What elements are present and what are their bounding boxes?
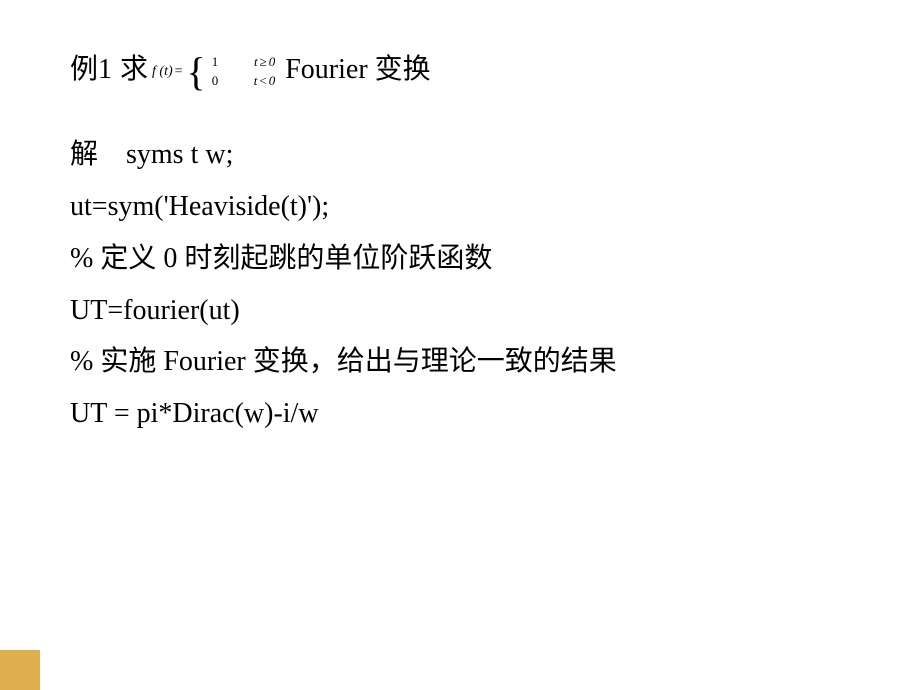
corner-accent bbox=[0, 650, 40, 690]
case1-zero: 0 bbox=[269, 54, 276, 69]
formula-eq: = bbox=[175, 62, 183, 82]
slide-content: 例1 求 f (t) = { 1 t≥0 0 t<0 bbox=[0, 0, 920, 690]
case1-t: t bbox=[254, 54, 258, 69]
left-brace: { bbox=[187, 56, 206, 88]
case2-condition: t<0 bbox=[254, 72, 275, 90]
line-result: UT = pi*Dirac(w)-i/w bbox=[70, 388, 850, 440]
example-title-line: 例1 求 f (t) = { 1 t≥0 0 t<0 bbox=[70, 50, 850, 89]
line-solution: 解 syms t w; bbox=[70, 129, 850, 181]
case2-zero: 0 bbox=[269, 73, 276, 88]
example-label: 例1 bbox=[70, 50, 112, 89]
case-2: 0 t<0 bbox=[212, 72, 275, 90]
case1-condition: t≥0 bbox=[254, 53, 275, 71]
line-fourier-call: UT=fourier(ut) bbox=[70, 285, 850, 337]
line-ut-assign: ut=sym('Heaviside(t)'); bbox=[70, 181, 850, 233]
case2-value: 0 bbox=[212, 72, 224, 90]
line-comment-1: % 定义 0 时刻起跳的单位阶跃函数 bbox=[70, 233, 850, 285]
cases-block: 1 t≥0 0 t<0 bbox=[212, 53, 275, 89]
fourier-transform-label: Fourier 变换 bbox=[285, 50, 430, 89]
piecewise-formula: f (t) = { 1 t≥0 0 t<0 bbox=[152, 53, 275, 89]
case2-op: < bbox=[259, 73, 266, 88]
formula-ft: f (t) bbox=[152, 62, 173, 82]
body-text: 解 syms t w; ut=sym('Heaviside(t)'); % 定义… bbox=[70, 129, 850, 440]
case1-op: ≥ bbox=[260, 54, 267, 69]
case-1: 1 t≥0 bbox=[212, 53, 275, 71]
line-comment-2: % 实施 Fourier 变换，给出与理论一致的结果 bbox=[70, 336, 850, 388]
qiu-label: 求 bbox=[120, 50, 148, 89]
case2-t: t bbox=[254, 73, 258, 88]
case1-value: 1 bbox=[212, 53, 224, 71]
